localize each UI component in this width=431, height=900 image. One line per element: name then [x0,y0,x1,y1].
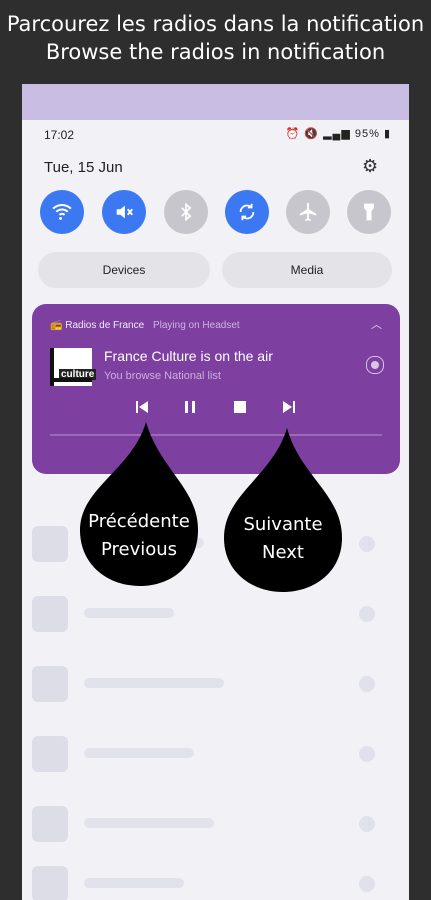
next-callout: Suivante Next [224,511,342,567]
previous-callout-line-1: Précédente [88,511,190,532]
next-callout-drop [224,428,342,592]
next-callout-line-2: Next [262,542,304,563]
callout-drops [80,422,342,592]
previous-callout: Précédente Previous [80,508,198,564]
previous-callout-line-2: Previous [100,539,178,560]
next-callout-line-1: Suivante [243,514,323,535]
